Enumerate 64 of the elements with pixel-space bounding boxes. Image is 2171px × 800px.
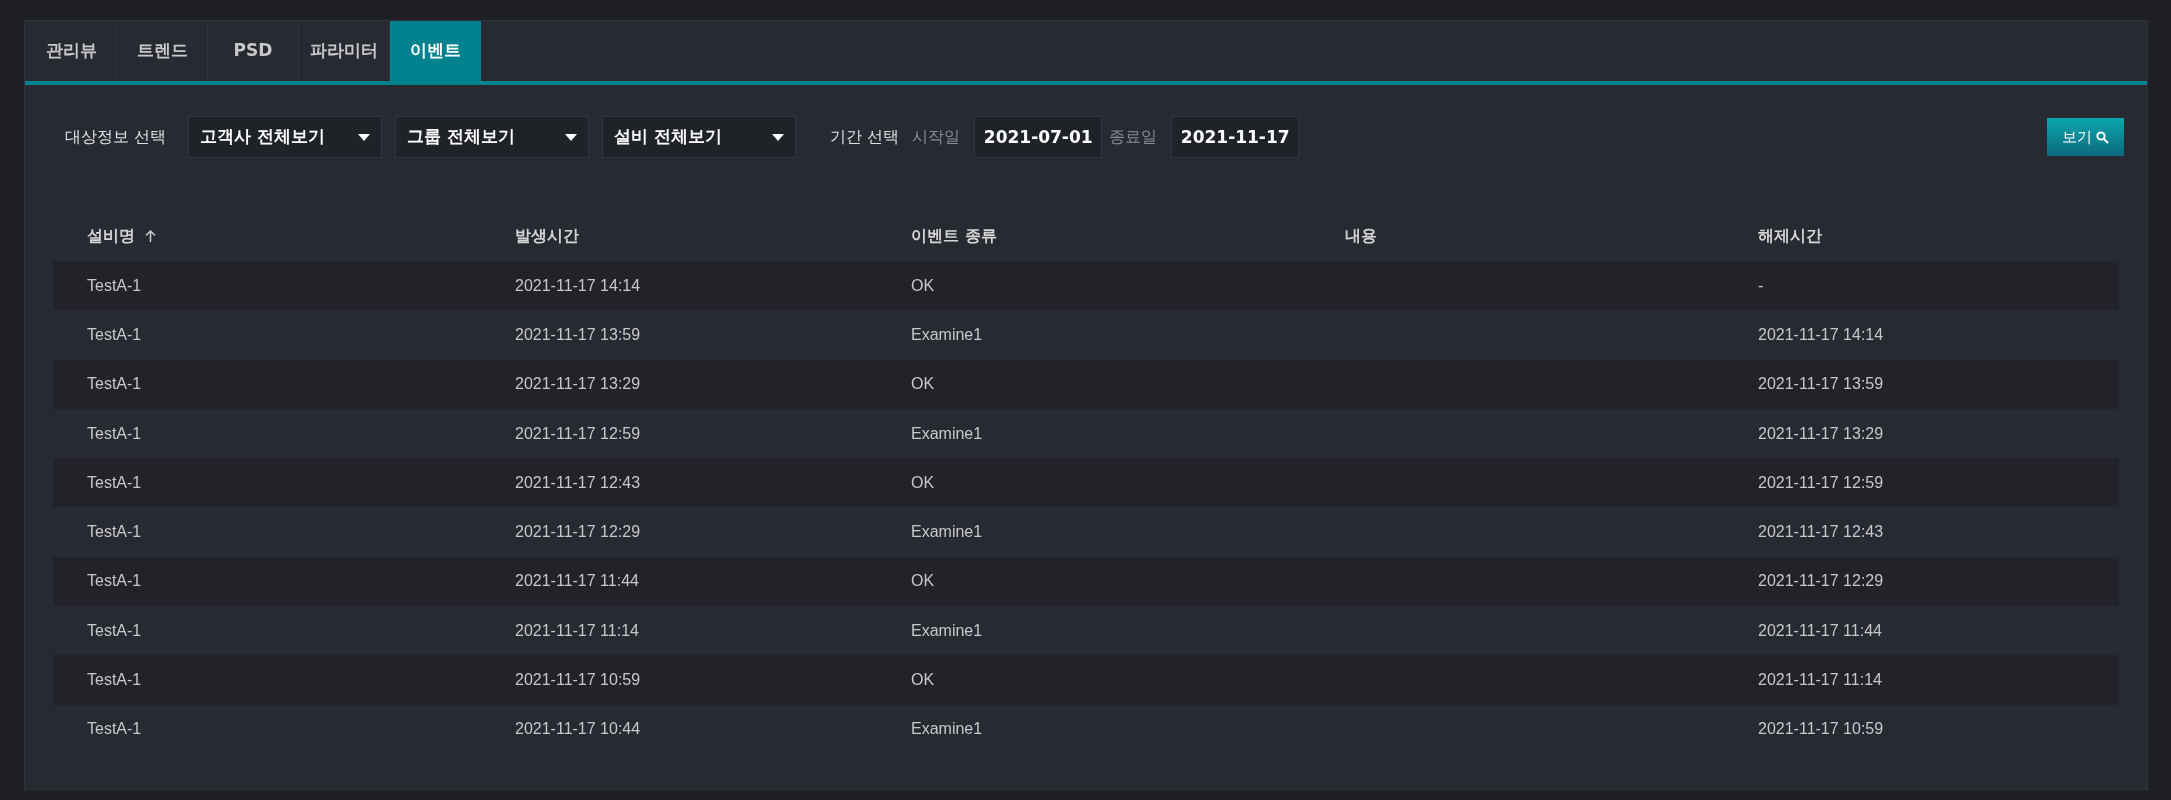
table-cell: OK	[911, 375, 935, 393]
table-cell: 2021-11-17 12:29	[515, 523, 641, 541]
view-button[interactable]: 보기	[2047, 118, 2124, 156]
tab[interactable]: PSD	[208, 21, 299, 81]
table-cell: 2021-11-17 14:14	[1758, 325, 1884, 343]
table-cell: OK	[911, 276, 935, 294]
table-cell: 2021-11-17 11:14	[1758, 671, 1882, 688]
caret-icon	[772, 133, 785, 141]
tab[interactable]: 트렌드	[117, 21, 208, 81]
table-cell: 2021-11-17 13:59	[1758, 375, 1884, 393]
table-cell: OK	[911, 473, 935, 491]
table-cell: TestA-1	[87, 572, 142, 590]
table-cell: Examine1	[911, 621, 983, 639]
column-header[interactable]: 발생시간	[515, 224, 579, 248]
dropdown[interactable]: 고객사 전체보기	[188, 116, 383, 158]
table-cell: TestA-1	[87, 523, 142, 541]
table-cell: TestA-1	[87, 424, 142, 442]
table-cell: TestA-1	[87, 473, 142, 491]
tab[interactable]: 이벤트	[390, 21, 481, 81]
filter-label: 기간 선택	[830, 126, 900, 148]
date-label: 시작일	[912, 126, 961, 148]
table-cell: 2021-11-17 12:43	[515, 473, 641, 491]
table-cell: OK	[911, 671, 935, 688]
table-cell: Examine1	[911, 720, 983, 738]
caret-icon	[565, 133, 578, 141]
table-cell: 2021-11-17 11:44	[515, 572, 639, 590]
date-field[interactable]: 2021-07-01	[974, 116, 1103, 158]
table-cell: OK	[911, 572, 935, 590]
tab[interactable]: 관리뷰	[26, 21, 117, 81]
table-cell: 2021-11-17 10:59	[1758, 720, 1884, 738]
table-cell: 2021-11-17 11:44	[1758, 621, 1882, 639]
caret-icon	[358, 133, 371, 141]
column-header[interactable]: 해제시간	[1758, 224, 1822, 248]
table-cell: 2021-11-17 12:59	[1758, 473, 1884, 491]
table-cell: TestA-1	[87, 276, 142, 294]
sort-arrow-icon[interactable]	[145, 230, 156, 242]
table-cell: Examine1	[911, 325, 983, 343]
column-header[interactable]: 이벤트 종류	[911, 224, 997, 248]
date-label: 종료일	[1109, 126, 1158, 148]
table-cell: 2021-11-17 13:59	[515, 325, 641, 343]
date-field[interactable]: 2021-11-17	[1171, 116, 1300, 158]
table-cell: TestA-1	[87, 375, 142, 393]
table-cell: Examine1	[911, 424, 983, 442]
table-cell: 2021-11-17 14:14	[515, 276, 641, 294]
table-cell: 2021-11-17 13:29	[515, 375, 641, 393]
table-cell: 2021-11-17 12:29	[1758, 572, 1884, 590]
table-cell: 2021-11-17 12:59	[515, 424, 641, 442]
table-cell: 2021-11-17 13:29	[1758, 424, 1884, 442]
table-cell: TestA-1	[87, 325, 142, 343]
dropdown[interactable]: 그룹 전체보기	[395, 116, 590, 158]
table-cell: TestA-1	[87, 671, 142, 688]
column-header[interactable]: 내용	[1345, 224, 1377, 248]
table-cell: 2021-11-17 10:59	[515, 671, 641, 688]
table-cell: TestA-1	[87, 621, 142, 639]
column-header[interactable]: 설비명	[87, 224, 135, 248]
table-cell: 2021-11-17 11:14	[515, 621, 639, 639]
dropdown[interactable]: 설비 전체보기	[602, 116, 797, 158]
filter-label: 대상정보 선택	[65, 126, 167, 148]
search-icon	[2096, 130, 2109, 144]
table-cell: TestA-1	[87, 720, 142, 738]
table-cell: 2021-11-17 12:43	[1758, 523, 1884, 541]
table-cell: 2021-11-17 10:44	[515, 720, 641, 738]
table-cell: Examine1	[911, 523, 983, 541]
table-cell: -	[1758, 276, 1764, 294]
